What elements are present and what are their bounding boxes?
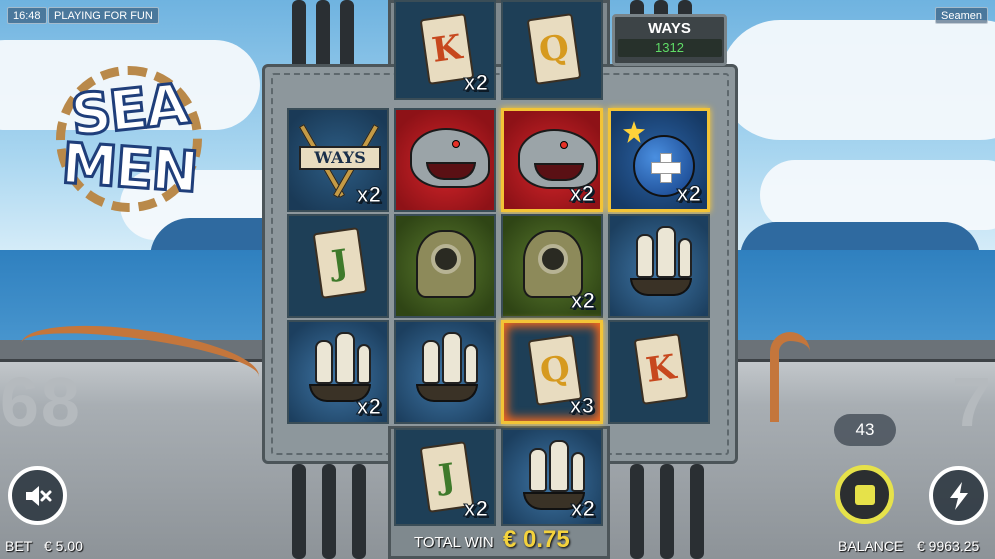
multiplier-label: x2 — [676, 181, 702, 207]
pipes — [282, 0, 372, 70]
multiplier-label: x2 — [463, 496, 489, 522]
sailing-ship-symbol — [396, 322, 494, 422]
reel-cell: Qx3 — [501, 320, 603, 424]
reel-cell: x2 — [608, 108, 710, 212]
multiplier-label: x2 — [463, 70, 489, 96]
balance-label: BALANCE — [838, 538, 904, 554]
reel-cell: Q — [501, 0, 603, 100]
multiplier-label: x2 — [356, 394, 382, 420]
reel-cell: J — [287, 214, 389, 318]
multiplier-label: x3 — [569, 393, 595, 419]
total-win-value: € 0.75 — [503, 526, 570, 553]
multiplier-label: x2 — [570, 496, 596, 522]
spin-stop-button[interactable] — [835, 465, 894, 524]
balance-value: € 9963.25 — [917, 538, 980, 554]
multiplier-label: x2 — [570, 288, 596, 314]
bet-label: BET — [5, 538, 33, 554]
shark-symbol — [396, 110, 494, 210]
reel-cell: x2 — [501, 108, 603, 212]
reel-cell: x2 — [501, 428, 603, 526]
card-j-symbol: J — [312, 227, 368, 299]
play-mode-badge: PLAYING FOR FUN — [48, 7, 159, 24]
reel-cell: Jx2 — [394, 428, 496, 526]
lightning-icon — [949, 481, 968, 510]
mute-button[interactable] — [8, 466, 67, 525]
card-q-symbol: Q — [526, 13, 582, 85]
bet-value[interactable]: € 5.00 — [44, 538, 83, 554]
reel-cell — [394, 108, 496, 212]
multiplier-label: x2 — [356, 182, 382, 208]
game-logo: SEA MEN — [38, 64, 220, 214]
reel-cell — [394, 320, 496, 424]
ways-symbol-label: WAYS — [299, 146, 381, 170]
reel-cell: WAYS x2 — [287, 108, 389, 212]
sound-off-icon — [25, 485, 51, 506]
ways-display: WAYS 1312 — [612, 14, 727, 66]
cloud — [720, 20, 995, 140]
reel-cell: x2 — [501, 214, 603, 318]
rope — [770, 332, 810, 422]
multiplier-label: x2 — [569, 181, 595, 207]
diving-helmet-symbol — [396, 216, 494, 316]
logo-line-2: MEN — [58, 130, 200, 207]
reel-cell: Kx2 — [394, 0, 496, 100]
reel-cell — [394, 214, 496, 318]
reel-cell — [608, 214, 710, 318]
ways-count: 1312 — [617, 39, 722, 57]
reel-cell: K — [608, 320, 710, 424]
card-k-symbol: K — [633, 333, 689, 405]
cloud — [760, 160, 995, 230]
stop-icon — [854, 484, 875, 505]
autospin-counter: 43 — [834, 414, 896, 446]
clock: 16:48 — [7, 7, 47, 24]
turbo-button[interactable] — [929, 466, 988, 525]
ways-label: WAYS — [648, 20, 691, 37]
game-name-badge: Seamen — [935, 7, 988, 24]
hull-number-right: 7 — [952, 363, 993, 441]
total-win-label: TOTAL WIN — [414, 534, 494, 551]
sailing-ship-symbol — [610, 216, 708, 316]
reel-cell: x2 — [287, 320, 389, 424]
